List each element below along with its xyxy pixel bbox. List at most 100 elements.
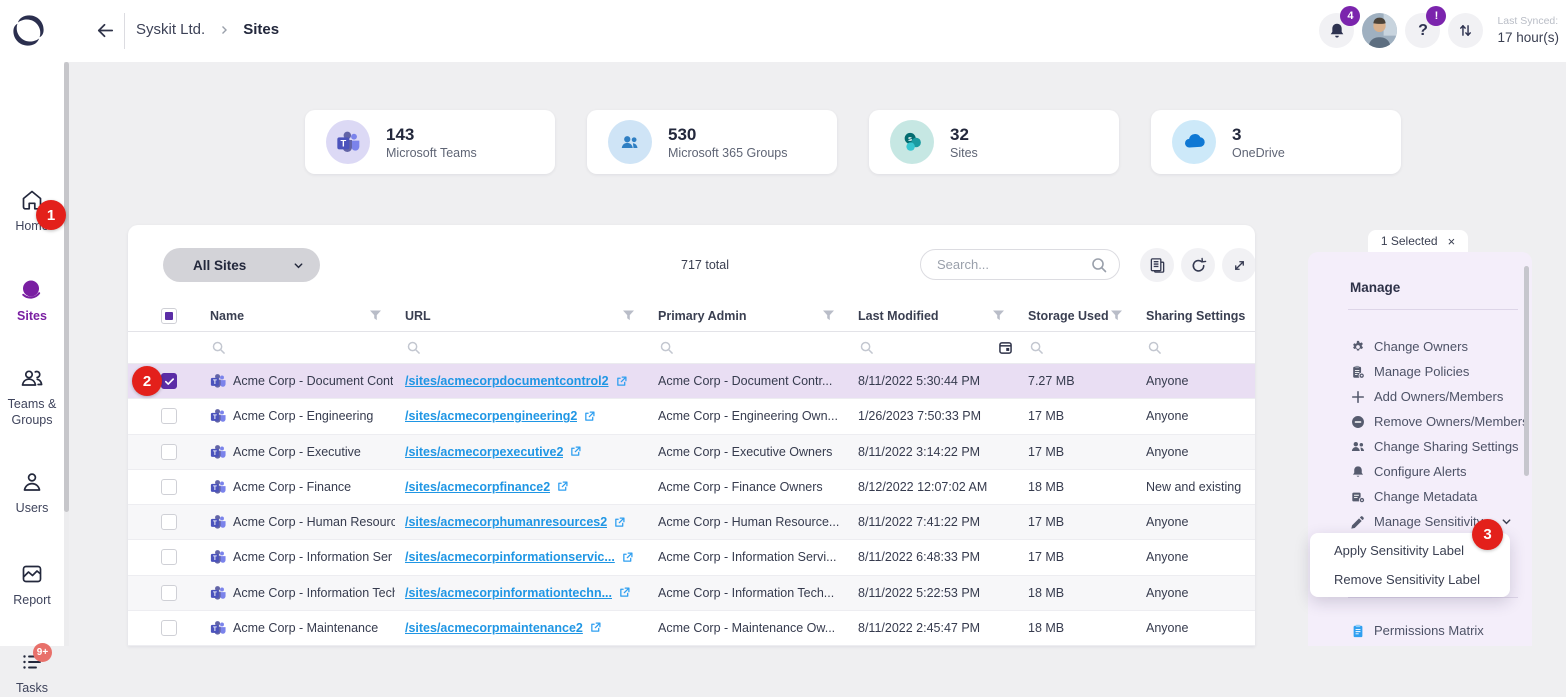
site-url-link[interactable]: /sites/acmecorpexecutive2 bbox=[405, 445, 563, 459]
external-link-icon[interactable] bbox=[557, 481, 568, 492]
manage-item-change-metadata[interactable]: Change Metadata bbox=[1308, 484, 1532, 509]
filter-funnel-icon[interactable] bbox=[993, 310, 1004, 321]
scope-selector-dropdown[interactable]: All Sites bbox=[163, 248, 320, 282]
manage-item-configure-alerts[interactable]: Configure Alerts bbox=[1308, 459, 1532, 484]
site-url-link[interactable]: /sites/acmecorpinformationservic... bbox=[405, 550, 615, 564]
site-url-cell: /sites/acmecorpmaintenance2 bbox=[405, 621, 658, 635]
row-checkbox[interactable] bbox=[128, 514, 210, 530]
site-url-link[interactable]: /sites/acmecorphumanresources2 bbox=[405, 515, 607, 529]
filter-funnel-icon[interactable] bbox=[370, 310, 381, 321]
row-checkbox[interactable] bbox=[128, 479, 210, 495]
site-url-link[interactable]: /sites/acmecorpmaintenance2 bbox=[405, 621, 583, 635]
sidebar-item-tasks[interactable]: 9+Tasks bbox=[0, 650, 64, 697]
close-selection-icon[interactable]: × bbox=[1448, 234, 1456, 249]
calendar-icon[interactable] bbox=[999, 341, 1012, 354]
panel-scrollbar-thumb[interactable] bbox=[1524, 266, 1529, 476]
refresh-button[interactable] bbox=[1181, 248, 1215, 282]
manage-item-remove-owners-members[interactable]: Remove Owners/Members bbox=[1308, 409, 1532, 434]
table-row[interactable]: TAcme Corp - Executive/sites/acmecorpexe… bbox=[128, 435, 1255, 470]
sharing-settings-cell: Anyone bbox=[1146, 515, 1255, 529]
sidebar-item-report[interactable]: Report bbox=[0, 562, 64, 609]
site-name-cell: TAcme Corp - Maintenance bbox=[210, 620, 405, 636]
storage-used-cell: 17 MB bbox=[1028, 409, 1146, 423]
manage-item-change-sharing-settings[interactable]: Change Sharing Settings bbox=[1308, 434, 1532, 459]
svg-text:s: s bbox=[908, 134, 912, 143]
notifications-button[interactable]: 4 bbox=[1319, 13, 1354, 48]
sharing-settings-cell: Anyone bbox=[1146, 409, 1255, 423]
svg-text:T: T bbox=[340, 139, 346, 149]
help-button[interactable]: ? ! bbox=[1405, 13, 1440, 48]
row-checkbox[interactable] bbox=[128, 585, 210, 601]
filter-cell-url[interactable] bbox=[405, 341, 658, 354]
table-row[interactable]: TAcme Corp - Engineering/sites/acmecorpe… bbox=[128, 399, 1255, 434]
last-synced-label: Last Synced: bbox=[1497, 15, 1559, 29]
column-chooser-button[interactable] bbox=[1140, 248, 1174, 282]
external-link-icon[interactable] bbox=[590, 622, 601, 633]
column-header-primary-admin[interactable]: Primary Admin bbox=[658, 309, 858, 323]
table-row[interactable]: TAcme Corp - Finance/sites/acmecorpfinan… bbox=[128, 470, 1255, 505]
sidebar-scrollbar-thumb[interactable] bbox=[64, 62, 69, 512]
site-name: Acme Corp - Information Tech bbox=[233, 586, 395, 600]
filter-funnel-icon[interactable] bbox=[823, 310, 834, 321]
site-url-link[interactable]: /sites/acmecorpfinance2 bbox=[405, 480, 550, 494]
row-checkbox[interactable] bbox=[128, 620, 210, 636]
back-arrow-icon[interactable] bbox=[94, 19, 117, 47]
site-url-link[interactable]: /sites/acmecorpdocumentcontrol2 bbox=[405, 374, 609, 388]
sharing-settings-cell-text: New and existing g... bbox=[1146, 480, 1245, 494]
sidebar-item-sites[interactable]: Sites bbox=[0, 278, 64, 325]
external-link-icon[interactable] bbox=[584, 411, 595, 422]
sidebar-item-users[interactable]: Users bbox=[0, 470, 64, 517]
site-name: Acme Corp - Finance bbox=[233, 480, 351, 494]
last-synced-value: 17 hour(s) bbox=[1497, 29, 1559, 47]
external-link-icon[interactable] bbox=[619, 587, 630, 598]
menu-item-remove-sensitivity-label[interactable]: Remove Sensitivity Label bbox=[1310, 565, 1510, 594]
filter-cell-storage-used[interactable] bbox=[1028, 341, 1146, 354]
search-filter-icon bbox=[1148, 341, 1161, 354]
filter-funnel-icon[interactable] bbox=[623, 310, 634, 321]
user-avatar[interactable] bbox=[1362, 13, 1397, 48]
external-link-icon[interactable] bbox=[570, 446, 581, 457]
column-header-url[interactable]: URL bbox=[405, 309, 658, 323]
table-row[interactable]: TAcme Corp - Document Cont/sites/acmecor… bbox=[128, 364, 1255, 399]
manage-item-permissions-matrix[interactable]: Permissions Matrix bbox=[1308, 618, 1532, 643]
svg-text:T: T bbox=[213, 379, 217, 386]
external-link-icon[interactable] bbox=[622, 552, 633, 563]
table-row[interactable]: TAcme Corp - Human Resourc/sites/acmecor… bbox=[128, 505, 1255, 540]
filter-cell-sharing-settings[interactable] bbox=[1146, 341, 1255, 354]
row-checkbox[interactable] bbox=[128, 549, 210, 565]
row-checkbox[interactable] bbox=[128, 444, 210, 460]
column-header-storage-used[interactable]: Storage Used bbox=[1028, 309, 1146, 323]
storage-used-cell: 17 MB bbox=[1028, 445, 1146, 459]
manage-item-manage-policies[interactable]: Manage Policies bbox=[1308, 359, 1532, 384]
external-link-icon[interactable] bbox=[616, 376, 627, 387]
column-header-last-modified[interactable]: Last Modified bbox=[858, 309, 1028, 323]
search-filter-icon bbox=[660, 341, 673, 354]
manage-item-add-owners-members[interactable]: Add Owners/Members bbox=[1308, 384, 1532, 409]
column-header-sharing-settings[interactable]: Sharing Settings bbox=[1146, 309, 1255, 323]
column-header-name[interactable]: Name bbox=[210, 309, 405, 323]
filter-cell-last-modified[interactable] bbox=[858, 341, 1028, 354]
filter-funnel-icon[interactable] bbox=[1111, 310, 1122, 321]
site-url-link[interactable]: /sites/acmecorpengineering2 bbox=[405, 409, 577, 423]
table-row[interactable]: TAcme Corp - Information Tech/sites/acme… bbox=[128, 576, 1255, 611]
breadcrumb-org[interactable]: Syskit Ltd. bbox=[136, 21, 205, 38]
select-all-checkbox[interactable] bbox=[128, 308, 210, 324]
manage-item-change-owners[interactable]: Change Owners bbox=[1308, 334, 1532, 359]
table-row[interactable]: TAcme Corp - Information Ser/sites/acmec… bbox=[128, 540, 1255, 575]
row-checkbox[interactable] bbox=[128, 408, 210, 424]
filter-cell-name[interactable] bbox=[210, 341, 405, 354]
syskit-logo-icon bbox=[11, 13, 46, 53]
search-filter-icon bbox=[212, 341, 225, 354]
table-row[interactable]: TAcme Corp - Maintenance/sites/acmecorpm… bbox=[128, 611, 1255, 646]
external-link-icon[interactable] bbox=[614, 517, 625, 528]
topbar-divider bbox=[124, 13, 125, 49]
expand-button[interactable] bbox=[1222, 248, 1255, 282]
last-modified-cell: 8/11/2022 5:22:53 PM bbox=[858, 586, 1028, 600]
clipboard-blue-icon bbox=[1350, 624, 1365, 638]
sidebar-item-teams-groups[interactable]: Teams & Groups bbox=[0, 366, 64, 428]
site-url-link[interactable]: /sites/acmecorpinformationtechn... bbox=[405, 586, 612, 600]
filter-cell-primary-admin[interactable] bbox=[658, 341, 858, 354]
storage-used-cell-text: 17 MB bbox=[1028, 515, 1064, 529]
sync-button[interactable] bbox=[1448, 13, 1483, 48]
search-input[interactable] bbox=[935, 256, 1091, 273]
